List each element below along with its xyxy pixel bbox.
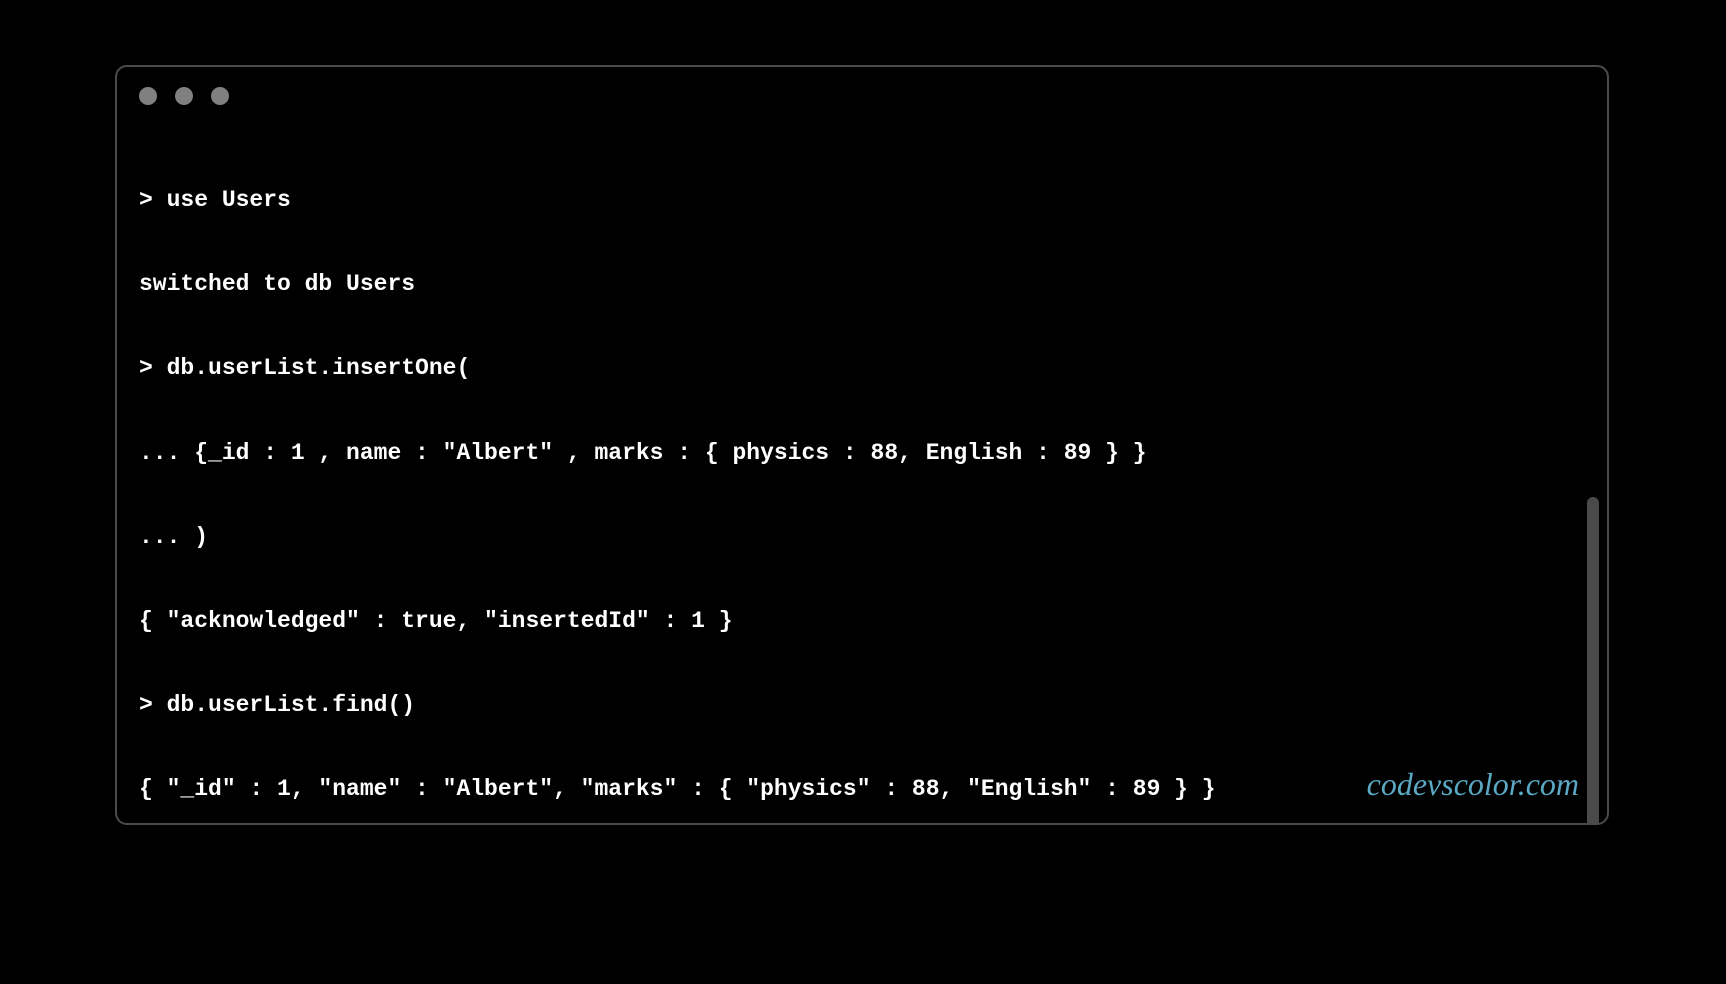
- terminal-line: switched to db Users: [139, 270, 1585, 298]
- scrollbar[interactable]: [1587, 497, 1599, 825]
- terminal-line: ... {_id : 1 , name : "Albert" , marks :…: [139, 439, 1585, 467]
- terminal-line: ... ): [139, 523, 1585, 551]
- minimize-button-icon[interactable]: [175, 87, 193, 105]
- close-button-icon[interactable]: [139, 87, 157, 105]
- terminal-line: > db.userList.insertOne(: [139, 354, 1585, 382]
- window-controls: [117, 67, 1607, 105]
- terminal-line: { "acknowledged" : true, "insertedId" : …: [139, 607, 1585, 635]
- maximize-button-icon[interactable]: [211, 87, 229, 105]
- watermark: codevscolor.com: [1367, 766, 1579, 803]
- terminal-content[interactable]: > use Users switched to db Users > db.us…: [117, 105, 1607, 825]
- terminal-line: > use Users: [139, 186, 1585, 214]
- terminal-line: > db.userList.find(): [139, 691, 1585, 719]
- terminal-window: > use Users switched to db Users > db.us…: [115, 65, 1609, 825]
